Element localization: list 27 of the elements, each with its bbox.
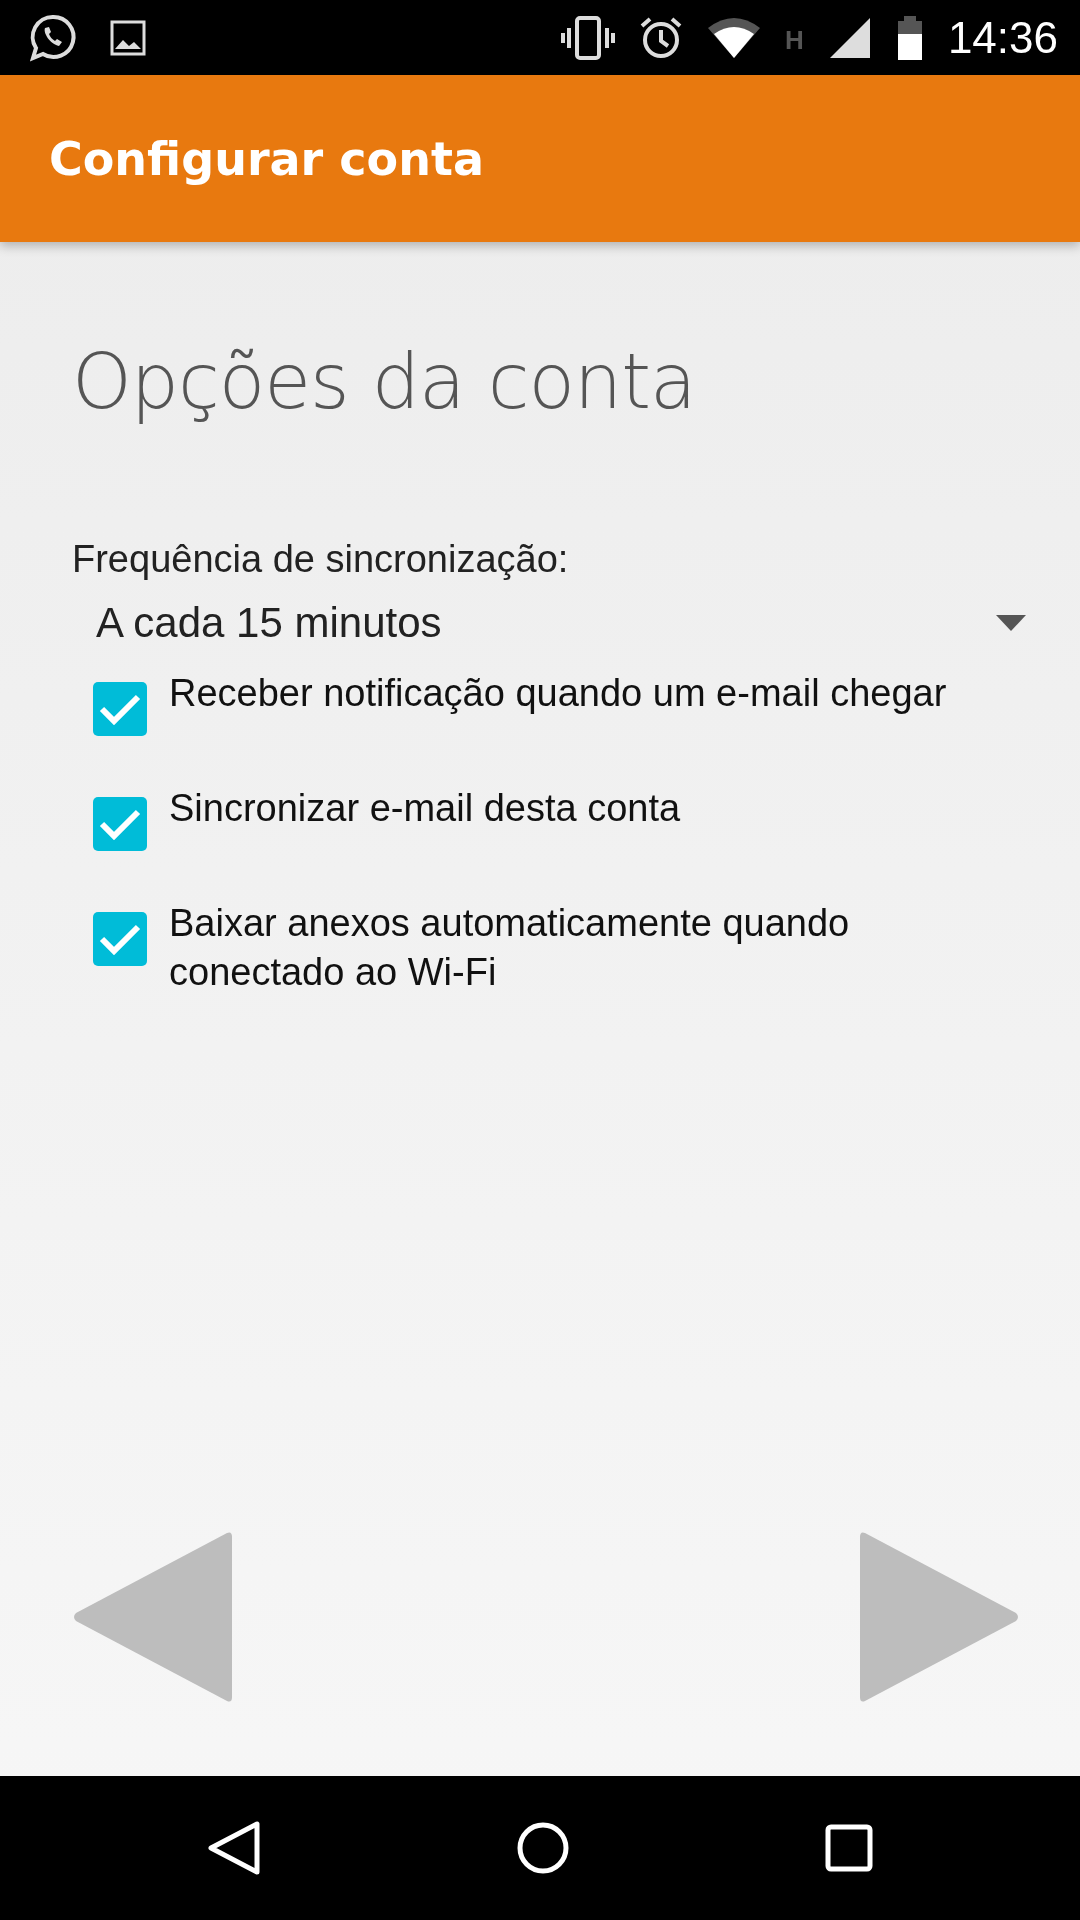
checkbox[interactable] bbox=[93, 682, 147, 736]
back-nav-button[interactable] bbox=[207, 1820, 262, 1876]
option-label: Sincronizar e-mail desta conta bbox=[169, 786, 681, 831]
checkmark-icon bbox=[99, 923, 141, 955]
sync-frequency-label: Frequência de sincronização: bbox=[72, 538, 570, 581]
recents-nav-button[interactable] bbox=[824, 1824, 873, 1872]
battery-icon bbox=[895, 15, 924, 60]
checkbox[interactable] bbox=[93, 912, 147, 966]
dropdown-caret-icon bbox=[996, 615, 1026, 631]
wifi-icon bbox=[707, 15, 762, 60]
vibrate-icon bbox=[561, 15, 616, 60]
option-label: Baixar anexos automaticamente quando conectado ao Wi-Fi bbox=[169, 901, 851, 995]
clock-time: 14:36 bbox=[947, 12, 1058, 63]
app-bar-title: Configurar conta bbox=[49, 131, 484, 186]
back-arrow-icon bbox=[72, 1531, 234, 1703]
home-nav-button[interactable] bbox=[516, 1821, 570, 1875]
network-type-label: H bbox=[785, 24, 804, 56]
alarm-clock-icon bbox=[639, 15, 684, 60]
page-heading: Opções da conta bbox=[72, 337, 697, 426]
next-arrow-icon bbox=[858, 1531, 1020, 1703]
checkmark-icon bbox=[99, 808, 141, 840]
option-label: Receber notificação quando um e-mail chegar bbox=[169, 671, 947, 716]
chat-bubble-icon bbox=[28, 12, 78, 63]
checkbox[interactable] bbox=[93, 797, 147, 851]
checkmark-icon bbox=[99, 693, 141, 725]
image-icon bbox=[110, 19, 146, 56]
sync-frequency-dropdown[interactable]: A cada 15 minutos bbox=[96, 599, 1026, 647]
